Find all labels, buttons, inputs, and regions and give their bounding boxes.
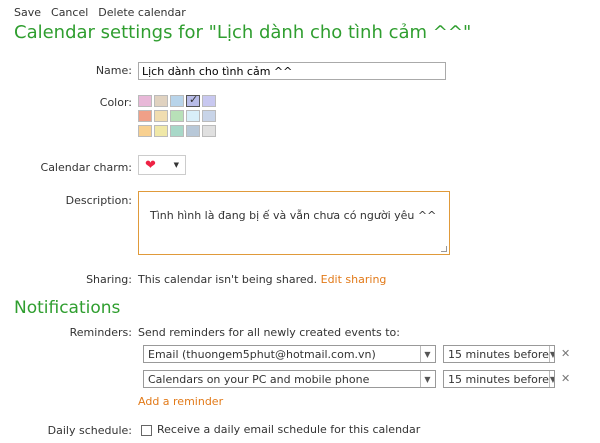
cancel-button[interactable]: Cancel xyxy=(51,6,88,19)
color-swatch[interactable] xyxy=(202,125,216,137)
color-swatch[interactable] xyxy=(154,95,168,107)
color-swatch[interactable] xyxy=(170,110,184,122)
page-title: Calendar settings for "Lịch dành cho tìn… xyxy=(14,22,472,43)
reminder-target-value-1: Email (thuongem5phut@hotmail.com.vn) xyxy=(148,347,376,361)
reminder-target-value-2: Calendars on your PC and mobile phone xyxy=(148,372,370,386)
color-swatch[interactable]: ✓ xyxy=(186,93,200,107)
sharing-status: This calendar isn't being shared. Edit s… xyxy=(138,273,386,286)
description-label: Description: xyxy=(65,194,132,207)
reminder-time-select-2[interactable]: 15 minutes before ▼ xyxy=(443,370,555,388)
color-swatch[interactable] xyxy=(154,125,168,137)
color-picker: ✓ xyxy=(138,93,216,137)
remove-reminder-1-icon[interactable]: ✕ xyxy=(561,347,570,360)
color-swatch[interactable] xyxy=(138,125,152,137)
name-input[interactable] xyxy=(138,62,446,80)
reminder-target-select-2[interactable]: Calendars on your PC and mobile phone ▼ xyxy=(143,370,436,388)
daily-schedule-text: Receive a daily email schedule for this … xyxy=(157,423,421,436)
reminders-description: Send reminders for all newly created eve… xyxy=(138,326,400,339)
charm-label: Calendar charm: xyxy=(40,161,132,174)
name-label: Name: xyxy=(95,64,132,77)
sharing-text: This calendar isn't being shared. xyxy=(138,273,318,286)
daily-schedule-label: Daily schedule: xyxy=(47,424,132,437)
delete-calendar-button[interactable]: Delete calendar xyxy=(98,6,185,19)
reminder-time-value-1: 15 minutes before xyxy=(448,347,549,361)
description-textarea[interactable]: Tình hình là đang bị ế và vẫn chưa có ng… xyxy=(138,191,450,255)
daily-schedule-checkbox[interactable] xyxy=(141,425,152,436)
toolbar: Save Cancel Delete calendar xyxy=(14,6,186,19)
color-swatch[interactable] xyxy=(138,95,152,107)
chevron-down-icon: ▼ xyxy=(548,346,554,362)
notifications-title: Notifications xyxy=(14,298,121,318)
color-swatch[interactable] xyxy=(170,125,184,137)
heart-icon: ❤ xyxy=(145,157,156,173)
color-swatch[interactable] xyxy=(154,110,168,122)
charm-dropdown[interactable]: ❤ ▼ xyxy=(138,155,186,175)
chevron-down-icon: ▼ xyxy=(420,346,434,362)
caret-down-icon: ▼ xyxy=(173,161,179,169)
resize-handle[interactable] xyxy=(441,246,447,252)
chevron-down-icon: ▼ xyxy=(420,371,434,387)
color-swatch[interactable] xyxy=(138,110,152,122)
reminder-time-value-2: 15 minutes before xyxy=(448,372,549,386)
color-swatch[interactable] xyxy=(202,110,216,122)
reminder-target-select-1[interactable]: Email (thuongem5phut@hotmail.com.vn) ▼ xyxy=(143,345,436,363)
checkmark-icon: ✓ xyxy=(189,93,199,106)
color-swatch[interactable] xyxy=(186,110,200,122)
color-swatch[interactable] xyxy=(186,125,200,137)
add-reminder-link[interactable]: Add a reminder xyxy=(138,395,223,408)
color-swatch[interactable] xyxy=(202,95,216,107)
reminder-time-select-1[interactable]: 15 minutes before ▼ xyxy=(443,345,555,363)
remove-reminder-2-icon[interactable]: ✕ xyxy=(561,372,570,385)
edit-sharing-link[interactable]: Edit sharing xyxy=(321,273,387,286)
description-text: Tình hình là đang bị ế và vẫn chưa có ng… xyxy=(150,209,437,222)
save-button[interactable]: Save xyxy=(14,6,41,19)
color-swatch[interactable] xyxy=(170,95,184,107)
chevron-down-icon: ▼ xyxy=(548,371,554,387)
reminders-label: Reminders: xyxy=(69,326,132,339)
color-label: Color: xyxy=(99,96,132,109)
sharing-label: Sharing: xyxy=(86,273,132,286)
